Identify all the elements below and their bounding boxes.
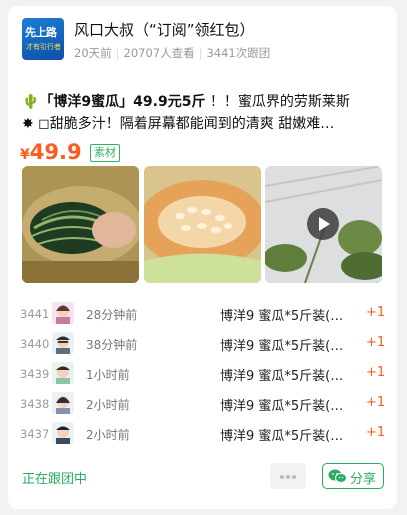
author-name[interactable]: 风口大叔（“订阅”领红包） <box>74 19 255 40</box>
sparkle-emoji: ✸ <box>22 116 34 132</box>
view-count: 20707人查看 <box>123 46 195 60</box>
order-count: +1 <box>366 335 386 350</box>
post-text-line-1[interactable]: 🌵「博洋9蜜瓜」49.9元5斤 ！！蜜瓜界的劳斯莱斯 <box>22 92 384 112</box>
divider: | <box>198 46 203 60</box>
post-meta: 20天前 | 20707人查看 | 3441次跟团 <box>74 45 270 61</box>
order-seq: 3438 <box>20 397 50 411</box>
order-row: 3441 28分钟前 博洋9 蜜瓜*5斤装(… +1 <box>8 299 397 329</box>
buyer-avatar <box>52 302 74 324</box>
follow-count: 3441次跟团 <box>206 46 271 60</box>
material-tag[interactable]: 素材 <box>90 144 120 162</box>
order-row: 3437 2小时前 博洋9 蜜瓜*5斤装(… +1 <box>8 419 397 449</box>
melon-cut-image <box>144 166 261 283</box>
avatar-logo-subtext: 才有引行者 <box>26 43 61 51</box>
wechat-icon <box>328 469 347 483</box>
time-ago: 20天前 <box>74 46 112 60</box>
play-icon[interactable] <box>307 208 339 240</box>
currency-symbol: ¥ <box>20 147 30 163</box>
post-text-line-2[interactable]: ✸ ◻甜脆多汁！隔着屏幕都能闻到的清爽 甜嫩难… <box>22 114 384 134</box>
product-video[interactable] <box>265 166 382 283</box>
order-time: 38分钟前 <box>86 338 138 352</box>
buyer-avatar <box>52 362 74 384</box>
order-product: 博洋9 蜜瓜*5斤装(… <box>220 429 344 444</box>
order-row: 3439 1小时前 博洋9 蜜瓜*5斤装(… +1 <box>8 359 397 389</box>
post-text: ！！蜜瓜界的劳斯莱斯 <box>205 94 350 110</box>
divider: | <box>115 46 120 60</box>
product-photo-1[interactable] <box>22 166 139 283</box>
order-row: 3438 2小时前 博洋9 蜜瓜*5斤装(… +1 <box>8 389 397 419</box>
order-time: 2小时前 <box>86 428 130 442</box>
cactus-emoji: 🌵 <box>22 94 40 110</box>
buyer-avatar <box>52 332 74 354</box>
dot <box>292 475 296 479</box>
price: ¥49.9 <box>20 140 82 164</box>
order-product: 博洋9 蜜瓜*5斤装(… <box>220 369 344 384</box>
buyer-avatar <box>52 422 74 444</box>
follow-status: 正在跟团中 <box>22 472 88 487</box>
price-value: 49.9 <box>29 140 82 164</box>
more-button[interactable] <box>270 463 306 489</box>
order-seq: 3440 <box>20 337 50 351</box>
order-row: 3440 38分钟前 博洋9 蜜瓜*5斤装(… +1 <box>8 329 397 359</box>
melon-in-hand-image <box>22 166 139 283</box>
order-count: +1 <box>366 395 386 410</box>
post-text: ◻甜脆多汁！隔着屏幕都能闻到的清爽 甜嫩难… <box>33 116 335 132</box>
order-time: 28分钟前 <box>86 308 138 322</box>
order-seq: 3441 <box>20 307 50 321</box>
order-seq: 3439 <box>20 367 50 381</box>
buyer-avatar <box>52 392 74 414</box>
dot <box>286 475 290 479</box>
order-seq: 3437 <box>20 427 50 441</box>
order-time: 2小时前 <box>86 398 130 412</box>
product-photo-2[interactable] <box>144 166 261 283</box>
dot <box>280 475 284 479</box>
order-count: +1 <box>366 425 386 440</box>
group-buy-card[interactable]: 先上路 才有引行者 风口大叔（“订阅”领红包） 20天前 | 20707人查看 | 34… <box>8 6 397 509</box>
order-product: 博洋9 蜜瓜*5斤装(… <box>220 399 344 414</box>
order-count: +1 <box>366 365 386 380</box>
order-count: +1 <box>366 305 386 320</box>
order-product: 博洋9 蜜瓜*5斤装(… <box>220 309 344 324</box>
share-button[interactable]: 分享 <box>322 463 384 489</box>
order-product: 博洋9 蜜瓜*5斤装(… <box>220 339 344 354</box>
author-avatar[interactable]: 先上路 才有引行者 <box>22 18 64 60</box>
avatar-logo-text: 先上路 <box>25 26 57 39</box>
order-time: 1小时前 <box>86 368 130 382</box>
share-label: 分享 <box>350 472 377 487</box>
product-title: 「博洋9蜜瓜」49.9元5斤 <box>39 94 206 110</box>
